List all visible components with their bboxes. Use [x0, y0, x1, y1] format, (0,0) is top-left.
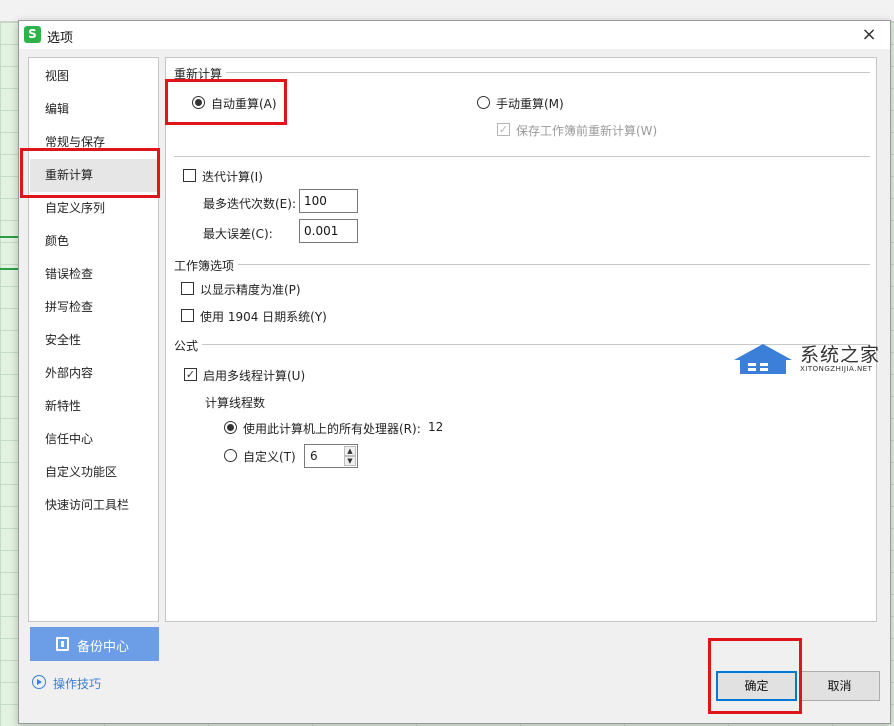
- background-accent-line: [0, 236, 18, 238]
- date-1904-label: 使用 1904 日期系统(Y): [200, 310, 327, 324]
- custom-threads-stepper[interactable]: 6 ▲ ▼: [304, 444, 358, 468]
- custom-threads-radio[interactable]: [224, 449, 237, 462]
- precision-as-displayed-checkbox[interactable]: [181, 282, 194, 295]
- manual-recalc-radio[interactable]: [477, 96, 490, 109]
- multithread-checkbox[interactable]: ✓: [184, 368, 197, 381]
- use-all-processors-radio[interactable]: [224, 421, 237, 434]
- manual-recalc-label: 手动重算(M): [496, 97, 564, 111]
- background-accent-line: [0, 268, 18, 270]
- highlight-box: [708, 638, 802, 714]
- highlight-box: [20, 148, 160, 198]
- precision-as-displayed-label: 以显示精度为准(P): [200, 283, 301, 297]
- save-before-recalc-checkbox[interactable]: ✓: [497, 123, 510, 136]
- thread-count-title: 计算线程数: [205, 396, 266, 410]
- watermark-logo: 系统之家 XITONGZHIJIA.NET: [730, 340, 880, 380]
- section-divider: [226, 72, 870, 73]
- spin-up-icon[interactable]: ▲: [344, 446, 356, 456]
- watermark-subtext: XITONGZHIJIA.NET: [800, 365, 873, 373]
- sidebar-item-error-checking[interactable]: 错误检查: [30, 258, 157, 291]
- app-logo-icon: S: [24, 26, 41, 43]
- date-1904-checkbox[interactable]: [181, 309, 194, 322]
- multithread-label: 启用多线程计算(U): [203, 369, 306, 383]
- processor-count: 12: [428, 420, 444, 434]
- dialog-titlebar: S 选项 ×: [19, 21, 890, 49]
- custom-threads-value: 6: [310, 449, 318, 463]
- backup-center-button[interactable]: 备份中心: [30, 627, 159, 661]
- spin-down-icon[interactable]: ▼: [344, 456, 356, 466]
- options-sidebar: 视图 编辑 常规与保存 重新计算 自定义序列 颜色 错误检查 拼写检查 安全性 …: [28, 57, 159, 622]
- save-before-recalc-label: 保存工作簿前重新计算(W): [516, 124, 658, 138]
- watermark-house-icon: [734, 344, 792, 374]
- highlight-box: [165, 79, 287, 125]
- sidebar-item-new-features[interactable]: 新特性: [30, 390, 157, 423]
- sidebar-item-external-content[interactable]: 外部内容: [30, 357, 157, 390]
- watermark-text: 系统之家: [800, 344, 881, 366]
- sidebar-item-security[interactable]: 安全性: [30, 324, 157, 357]
- close-icon[interactable]: ×: [856, 23, 882, 47]
- backup-icon: [56, 637, 69, 651]
- use-all-processors-label: 使用此计算机上的所有处理器(R):: [243, 422, 421, 436]
- section-divider: [174, 156, 870, 157]
- iteration-label: 迭代计算(I): [202, 170, 263, 184]
- max-change-input[interactable]: 0.001: [299, 219, 358, 243]
- sidebar-item-trust-center[interactable]: 信任中心: [30, 423, 157, 456]
- dialog-title: 选项: [47, 31, 74, 46]
- sidebar-item-color[interactable]: 颜色: [30, 225, 157, 258]
- iteration-checkbox[interactable]: [183, 169, 196, 182]
- max-change-label: 最大误差(C):: [203, 227, 273, 241]
- sidebar-item-customize-ribbon[interactable]: 自定义功能区: [30, 456, 157, 489]
- sidebar-item-spell-check[interactable]: 拼写检查: [30, 291, 157, 324]
- sidebar-item-view[interactable]: 视图: [30, 60, 157, 93]
- max-iterations-input[interactable]: 100: [299, 189, 358, 213]
- cancel-button[interactable]: 取消: [799, 671, 880, 701]
- section-title-workbook: 工作簿选项: [174, 257, 235, 274]
- custom-threads-label: 自定义(T): [243, 450, 296, 464]
- section-divider: [238, 264, 870, 265]
- play-circle-icon: [32, 675, 46, 689]
- background-toolbar: [0, 0, 894, 22]
- backup-center-label: 备份中心: [77, 640, 130, 655]
- sidebar-item-quick-access-toolbar[interactable]: 快速访问工具栏: [30, 489, 157, 522]
- section-title-formula: 公式: [174, 337, 199, 354]
- max-iterations-label: 最多迭代次数(E):: [203, 197, 296, 211]
- tips-link-label: 操作技巧: [53, 677, 102, 691]
- sidebar-item-edit[interactable]: 编辑: [30, 93, 157, 126]
